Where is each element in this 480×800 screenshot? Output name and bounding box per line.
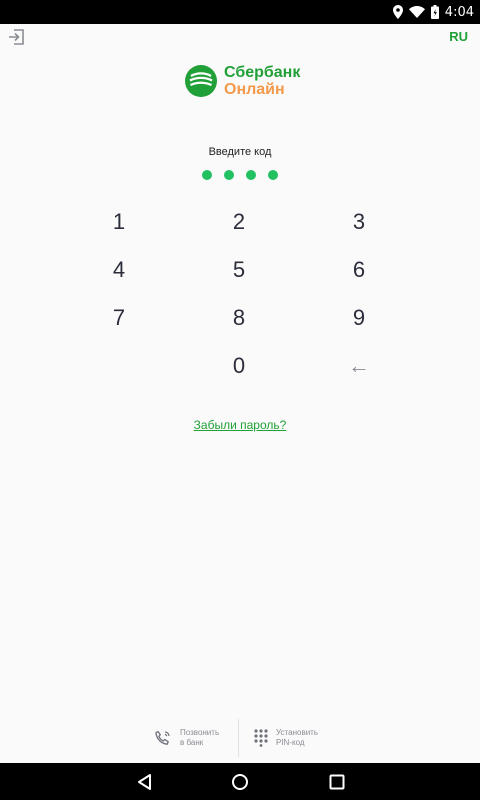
key-8[interactable]: 8 bbox=[179, 294, 299, 342]
status-icons: 4:04 bbox=[392, 0, 474, 24]
key-6[interactable]: 6 bbox=[299, 246, 419, 294]
phone-icon bbox=[155, 730, 170, 745]
set-pin-line1: Установить bbox=[276, 728, 318, 737]
wifi-icon bbox=[408, 6, 425, 18]
location-icon bbox=[392, 5, 403, 19]
pin-dot bbox=[202, 170, 212, 180]
set-pin-label: Установить PIN-код bbox=[276, 728, 318, 748]
logo-text-sberbank: Сбербанк bbox=[224, 64, 301, 81]
set-pin-line2: PIN-код bbox=[276, 738, 305, 747]
logout-button[interactable] bbox=[8, 28, 26, 46]
exit-icon bbox=[9, 29, 24, 45]
pin-dot bbox=[224, 170, 234, 180]
key-empty bbox=[59, 342, 179, 390]
keypad-icon bbox=[254, 729, 268, 747]
keypad-row: 7 8 9 bbox=[0, 294, 480, 342]
call-bank-line2: в банк bbox=[180, 738, 204, 747]
recents-icon[interactable] bbox=[329, 774, 345, 790]
keypad-row: 4 5 6 bbox=[0, 246, 480, 294]
pin-prompt: Введите код bbox=[208, 146, 272, 158]
key-7[interactable]: 7 bbox=[59, 294, 179, 342]
battery-icon bbox=[430, 5, 439, 19]
language-button[interactable]: RU bbox=[449, 29, 468, 44]
logo-text-online: Онлайн bbox=[224, 81, 285, 98]
set-pin-button[interactable]: Установить PIN-код bbox=[254, 719, 318, 757]
key-1[interactable]: 1 bbox=[59, 198, 179, 246]
status-time: 4:04 bbox=[444, 4, 474, 20]
bottom-actions: Позвонить в банк Установить PIN-код bbox=[0, 719, 480, 757]
pin-indicator bbox=[0, 170, 480, 180]
keypad-row: 0 ← bbox=[0, 342, 480, 390]
keypad-row: 1 2 3 bbox=[0, 198, 480, 246]
sberbank-logo-icon bbox=[185, 65, 217, 97]
backspace-button[interactable]: ← bbox=[299, 342, 419, 390]
logo: Сбербанк Онлайн bbox=[185, 65, 315, 99]
key-2[interactable]: 2 bbox=[179, 198, 299, 246]
keypad: 1 2 3 4 5 6 7 8 9 0 ← bbox=[0, 198, 480, 390]
key-9[interactable]: 9 bbox=[299, 294, 419, 342]
actions-divider bbox=[238, 719, 239, 757]
key-5[interactable]: 5 bbox=[179, 246, 299, 294]
call-bank-button[interactable]: Позвонить в банк bbox=[154, 719, 219, 757]
key-0[interactable]: 0 bbox=[179, 342, 299, 390]
pin-dot bbox=[268, 170, 278, 180]
home-icon[interactable] bbox=[231, 773, 249, 791]
status-bar: 4:04 bbox=[0, 0, 480, 24]
call-bank-label: Позвонить в банк bbox=[180, 728, 219, 748]
back-icon[interactable] bbox=[136, 773, 152, 791]
navigation-bar bbox=[0, 763, 480, 800]
forgot-password-container: Забыли пароль? bbox=[0, 418, 480, 432]
call-bank-line1: Позвонить bbox=[180, 728, 220, 737]
forgot-password-link[interactable]: Забыли пароль? bbox=[194, 418, 287, 432]
key-3[interactable]: 3 bbox=[299, 198, 419, 246]
pin-dot bbox=[246, 170, 256, 180]
key-4[interactable]: 4 bbox=[59, 246, 179, 294]
